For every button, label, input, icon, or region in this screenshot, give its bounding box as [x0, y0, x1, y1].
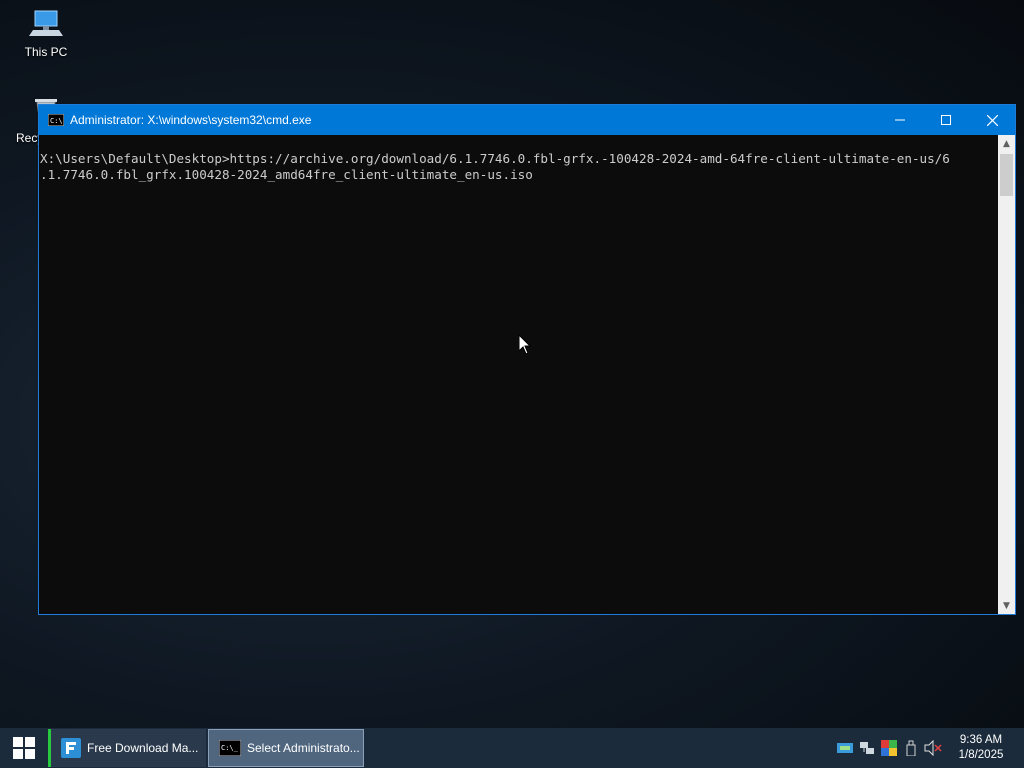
clock[interactable]: 9:36 AM 1/8/2025	[948, 733, 1014, 763]
start-button[interactable]	[0, 728, 48, 768]
svg-text:C:\: C:\	[50, 117, 63, 125]
scroll-up-arrow-icon[interactable]: ▲	[998, 135, 1015, 152]
mouse-pointer-icon	[519, 335, 531, 355]
desktop-icon-this-pc[interactable]: This PC	[8, 8, 84, 59]
close-icon	[986, 114, 998, 126]
cmd-window[interactable]: C:\ Administrator: X:\windows\system32\c…	[38, 104, 1016, 615]
volume-muted-icon[interactable]	[922, 728, 944, 768]
minimize-icon	[895, 119, 905, 121]
scrollbar-thumb[interactable]	[1000, 154, 1013, 196]
console-output[interactable]: X:\Users\Default\Desktop>https://archive…	[39, 135, 998, 614]
cmd-icon: C:\	[48, 114, 64, 126]
system-tray: 9:36 AM 1/8/2025	[834, 728, 1024, 768]
windows-logo-icon	[13, 737, 35, 759]
close-button[interactable]	[969, 105, 1015, 135]
svg-text:C:\_: C:\_	[221, 744, 239, 752]
console-line: X:\Users\Default\Desktop>https://archive…	[40, 151, 950, 166]
network-icon[interactable]	[856, 728, 878, 768]
taskbar-item-label: Select Administrato...	[247, 741, 360, 755]
computer-icon	[29, 10, 63, 36]
clock-date: 1/8/2025	[958, 749, 1004, 761]
vertical-scrollbar[interactable]: ▲ ▼	[998, 135, 1015, 614]
taskbar-item-label: Free Download Ma...	[87, 741, 199, 755]
usb-drive-icon[interactable]	[900, 728, 922, 768]
scroll-down-arrow-icon[interactable]: ▼	[998, 597, 1015, 614]
clock-time: 9:36 AM	[959, 734, 1003, 746]
maximize-button[interactable]	[923, 105, 969, 135]
window-title: Administrator: X:\windows\system32\cmd.e…	[70, 113, 312, 127]
maximize-icon	[941, 115, 951, 125]
color-display-icon[interactable]	[878, 728, 900, 768]
taskbar: Free Download Ma... C:\_ Select Administ…	[0, 728, 1024, 768]
network-adapter-icon[interactable]	[834, 728, 856, 768]
free-download-manager-icon	[61, 738, 81, 758]
desktop-icon-label: This PC	[24, 45, 68, 59]
title-bar[interactable]: C:\ Administrator: X:\windows\system32\c…	[39, 105, 1015, 135]
taskbar-item-cmd[interactable]: C:\_ Select Administrato...	[208, 729, 364, 767]
console-line: .1.7746.0.fbl_grfx.100428-2024_amd64fre_…	[40, 167, 533, 182]
minimize-button[interactable]	[877, 105, 923, 135]
taskbar-item-free-download-manager[interactable]: Free Download Ma...	[48, 729, 206, 767]
cmd-icon: C:\_	[219, 740, 241, 756]
